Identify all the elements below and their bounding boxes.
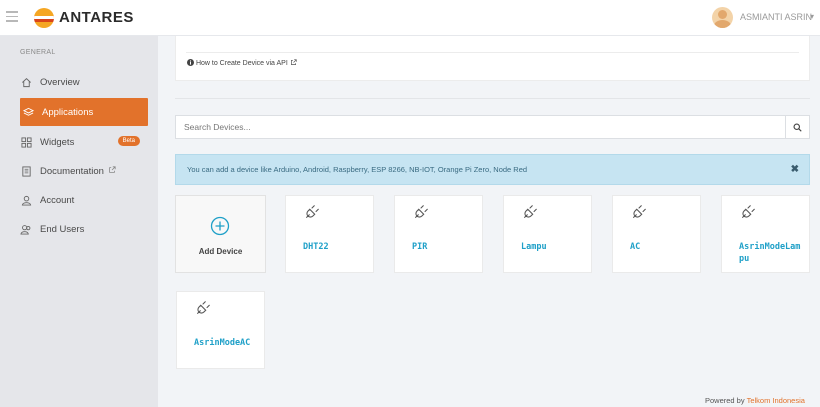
- user-name[interactable]: ASMIANTI ASRIN: [740, 12, 812, 22]
- plug-icon: [524, 205, 537, 218]
- sidebar-item-label: Account: [40, 194, 75, 206]
- sidebar-item-label: Applications: [42, 106, 94, 118]
- sidebar-item-label: Documentation: [40, 165, 104, 177]
- search-button[interactable]: [785, 116, 809, 138]
- external-link-icon: [108, 166, 116, 176]
- device-card-ac[interactable]: AC: [612, 195, 701, 273]
- sidebar-item-overview[interactable]: Overview: [20, 68, 148, 96]
- api-info-card: How to Create Device via API: [175, 36, 810, 81]
- user-menu-chevron-icon[interactable]: ▾: [810, 12, 814, 21]
- sidebar-item-widgets[interactable]: Widgets Beta: [20, 128, 148, 156]
- menu-toggle-icon[interactable]: [6, 11, 18, 23]
- api-help-text: How to Create Device via API: [195, 60, 288, 67]
- sidebar-item-end-users[interactable]: End Users: [20, 215, 148, 243]
- grid-icon: [20, 136, 32, 148]
- plug-icon: [633, 205, 646, 218]
- brand-name[interactable]: ANTARES: [59, 9, 134, 26]
- book-icon: [20, 165, 32, 177]
- section-divider: [175, 98, 810, 99]
- device-search-bar: [175, 115, 810, 139]
- telkom-indonesia-link[interactable]: Telkom Indonesia: [747, 396, 805, 405]
- add-device-button[interactable]: Add Device: [175, 195, 266, 273]
- home-icon: [20, 76, 32, 88]
- external-link-icon: [290, 59, 297, 65]
- device-card-dht22[interactable]: DHT22: [285, 195, 374, 273]
- footer: Powered by Telkom Indonesia: [705, 396, 805, 405]
- sidebar-section-general: GENERAL: [20, 49, 56, 56]
- divider: [186, 52, 799, 53]
- sidebar-item-account[interactable]: Account: [20, 186, 148, 214]
- plug-icon: [415, 205, 428, 218]
- alert-text: You can add a device like Arduino, Andro…: [187, 165, 528, 174]
- search-devices-input[interactable]: [176, 116, 785, 138]
- device-name: AC: [630, 242, 641, 252]
- api-help-link[interactable]: How to Create Device via API: [187, 59, 297, 67]
- device-name: AsrinModeAC: [194, 338, 251, 348]
- device-name: PIR: [412, 242, 428, 252]
- device-card-asrinmodelampu[interactable]: AsrinModeLampu: [721, 195, 810, 273]
- device-name: Lampu: [521, 242, 547, 252]
- device-info-alert: You can add a device like Arduino, Andro…: [175, 154, 810, 185]
- sidebar-item-label: Overview: [40, 76, 80, 88]
- add-circle-icon: [210, 216, 230, 236]
- sidebar-item-documentation[interactable]: Documentation: [20, 157, 148, 185]
- device-name: AsrinModeLampu: [739, 242, 801, 264]
- users-icon: [20, 223, 32, 235]
- sidebar-item-label: End Users: [40, 223, 85, 235]
- device-name: DHT22: [303, 242, 329, 252]
- top-bar: ANTARES ASMIANTI ASRIN ▾: [0, 0, 820, 36]
- plug-icon: [197, 301, 210, 314]
- info-icon: [187, 59, 194, 66]
- user-avatar[interactable]: [712, 7, 733, 28]
- sidebar-item-label: Widgets: [40, 136, 75, 148]
- antares-logo[interactable]: [34, 8, 54, 28]
- plug-icon: [742, 205, 755, 218]
- device-card-asrinmodeac[interactable]: AsrinModeAC: [176, 291, 265, 369]
- footer-prefix: Powered by: [705, 396, 747, 405]
- search-icon: [793, 122, 802, 132]
- sidebar-item-applications[interactable]: Applications: [20, 98, 148, 126]
- sidebar: GENERAL Overview Applications Widgets Be…: [0, 36, 158, 407]
- add-device-label: Add Device: [198, 247, 243, 256]
- plug-icon: [306, 205, 319, 218]
- device-card-lampu[interactable]: Lampu: [503, 195, 592, 273]
- device-card-pir[interactable]: PIR: [394, 195, 483, 273]
- close-icon[interactable]: ✖: [791, 164, 799, 175]
- beta-badge: Beta: [117, 136, 140, 146]
- layers-icon: [22, 106, 34, 118]
- user-icon: [20, 194, 32, 206]
